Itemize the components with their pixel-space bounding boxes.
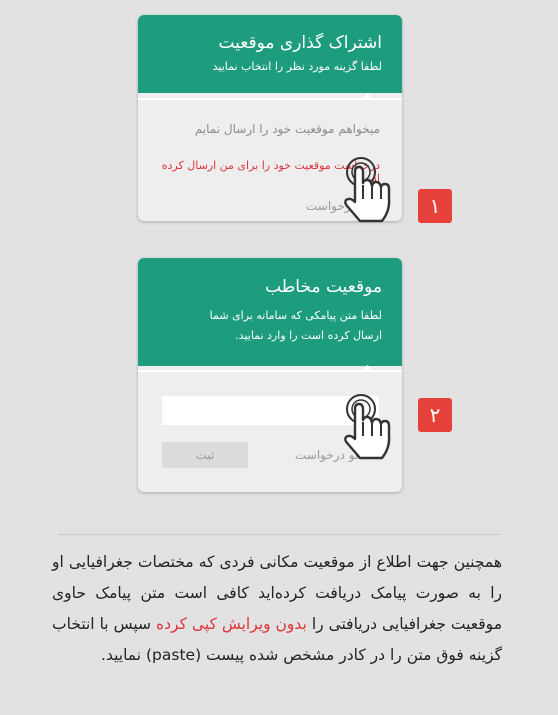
- dialog-title: موقعیت مخاطب: [265, 277, 382, 297]
- hand-pointer-icon: [344, 394, 391, 460]
- instruction-highlight: بدون ویرایش کپی کرده: [155, 615, 307, 633]
- dialog-header: موقعیت مخاطب لطفا متن پیامکی که سامانه ب…: [138, 258, 402, 366]
- section-divider: [58, 534, 500, 535]
- dialog-subtitle: لطفا گزینه مورد نظر را انتخاب نمایید: [212, 60, 382, 73]
- dialog-title: اشتراک گذاری موقعیت: [218, 33, 382, 53]
- instruction-paragraph: همچنین جهت اطلاع از موقعیت مکانی فردی که…: [52, 547, 502, 671]
- step-2-badge: ۲: [418, 398, 452, 432]
- step-1-badge: ۱: [418, 189, 452, 223]
- dialog-subtitle-line-2: ارسال کرده است را وارد نمایید.: [235, 329, 382, 342]
- send-my-location-option[interactable]: میخواهم موقعیت خود را ارسال نمایم: [138, 105, 402, 136]
- header-divider: [138, 92, 402, 101]
- dialog-header: اشتراک گذاری موقعیت لطفا گزینه مورد نظر …: [138, 15, 402, 93]
- hand-pointer-icon: [344, 157, 391, 223]
- dialog-subtitle-line-1: لطفا متن پیامکی که سامانه برای شما: [209, 309, 382, 322]
- submit-button[interactable]: ثبت: [162, 442, 248, 468]
- header-divider: [138, 364, 402, 373]
